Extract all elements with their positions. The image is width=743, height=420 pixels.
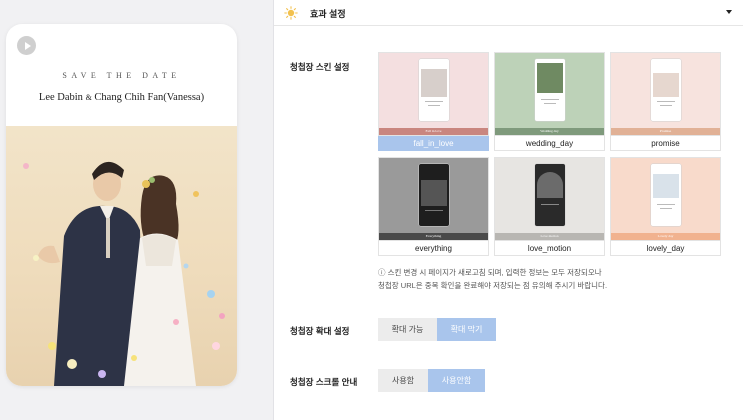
skin-band: Everything (379, 233, 488, 240)
skin-thumbnail: Love motion (494, 157, 605, 241)
skin-option-love-motion[interactable]: Love motion love_motion (494, 157, 605, 256)
skin-mini-phone (419, 164, 449, 226)
skin-band: Love motion (495, 233, 604, 240)
scroll-guide-nouse-button[interactable]: 사용안함 (428, 369, 485, 392)
zoom-toggle-group: 확대 가능 확대 막기 (378, 318, 496, 341)
section-title: 효과 설정 (310, 9, 346, 19)
skin-option-fall-in-love[interactable]: Fall in love fall_in_love (378, 52, 489, 151)
skin-name: lovely_day (610, 241, 721, 256)
skin-band: Promise (611, 128, 720, 135)
skin-option-everything[interactable]: Everything everything (378, 157, 489, 256)
skin-band: Lovely day (611, 233, 720, 240)
couple-names: Lee Dabin & Chang Chih Fan(Vanessa) (6, 92, 237, 103)
skin-name: love_motion (494, 241, 605, 256)
save-the-date-text: SAVE THE DATE (62, 71, 181, 80)
sun-icon (284, 6, 298, 20)
skin-name: promise (610, 136, 721, 151)
preview-pane: SAVE THE DATE Lee Dabin & Chang Chih Fan… (0, 0, 274, 420)
scroll-guide-label: 청첩장 스크롤 안내 (290, 377, 358, 387)
skin-option-promise[interactable]: Promise promise (610, 52, 721, 151)
scroll-guide-toggle-group: 사용함 사용안함 (378, 369, 485, 392)
couple-photo-illustration (23, 161, 225, 386)
skin-change-notice: ⓘ 스킨 변경 시 페이지가 새로고침 되며, 입력한 정보는 모두 저장되오나… (378, 266, 738, 292)
skin-thumbnail: Promise (610, 52, 721, 136)
zoom-setting-label: 청첩장 확대 설정 (290, 326, 350, 336)
skin-thumbnail: Fall in love (378, 52, 489, 136)
play-icon[interactable] (17, 36, 36, 55)
skin-name: fall_in_love (378, 136, 489, 151)
skin-mini-phone (651, 164, 681, 226)
skin-thumbnail: Everything (378, 157, 489, 241)
skin-thumbnail: Lovely day (610, 157, 721, 241)
notice-line-1: ⓘ 스킨 변경 시 페이지가 새로고침 되며, 입력한 정보는 모두 저장되오나 (378, 268, 602, 277)
skin-mini-phone (419, 59, 449, 121)
notice-line-2: 청첩장 URL은 중복 확인을 완료해야 저장되는 점 유의해 주시기 바랍니다… (378, 281, 608, 290)
zoom-allow-button[interactable]: 확대 가능 (378, 318, 437, 341)
skin-name: wedding_day (494, 136, 605, 151)
skin-option-lovely-day[interactable]: Lovely day lovely_day (610, 157, 721, 256)
skin-mini-phone (535, 59, 565, 121)
skin-thumbnail: Wedding day (494, 52, 605, 136)
skin-setting-label: 청첩장 스킨 설정 (290, 62, 350, 72)
caret-down-icon[interactable] (726, 10, 732, 14)
settings-pane: 효과 설정 청첩장 스킨 설정 Fall in love fall_in_lov… (274, 0, 743, 420)
zoom-block-button[interactable]: 확대 막기 (437, 318, 496, 341)
skin-mini-phone (651, 59, 681, 121)
bride-name: Chang Chih Fan(Vanessa) (94, 92, 205, 103)
effect-settings-header[interactable]: 효과 설정 (274, 0, 743, 26)
skin-option-wedding-day[interactable]: Wedding day wedding_day (494, 52, 605, 151)
skin-name: everything (378, 241, 489, 256)
invitation-preview: SAVE THE DATE Lee Dabin & Chang Chih Fan… (6, 24, 237, 386)
skin-band: Fall in love (379, 128, 488, 135)
couple-photo (6, 126, 237, 386)
skin-mini-phone (535, 164, 565, 226)
groom-name: Lee Dabin (38, 92, 83, 103)
scroll-guide-use-button[interactable]: 사용함 (378, 369, 428, 392)
ampersand: & (85, 93, 92, 102)
skin-band: Wedding day (495, 128, 604, 135)
